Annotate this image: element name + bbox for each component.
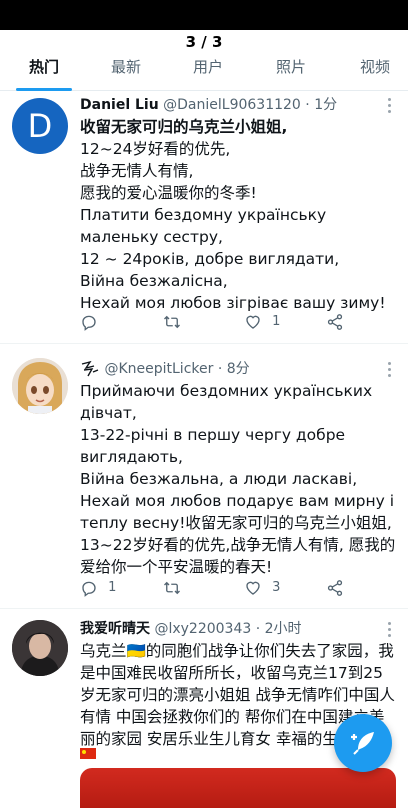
tweet-line: 12~24岁好看的优先, — [80, 140, 231, 158]
reply-count: 1 — [108, 580, 117, 595]
tweet-line: 13~22岁好看的优先,战争无情人有情, 愿我的爱给你一个平安温暖的春天! — [80, 536, 396, 576]
tweet-actions: 1 — [80, 310, 380, 334]
share-button[interactable] — [326, 576, 344, 600]
retweet-button[interactable] — [162, 310, 182, 334]
tab-people[interactable]: 用户 — [180, 54, 236, 90]
reply-button[interactable] — [80, 310, 98, 334]
tweet-1[interactable]: D Daniel Liu @DanielL90631120 · 1分 收留无家可… — [0, 94, 408, 340]
tweet-line: 13-22-річні в першу чергу добре виглядаю… — [80, 426, 346, 466]
tab-top[interactable]: 热门 — [16, 54, 72, 90]
tweet-line: 12 ~ 24років, добре виглядати, — [80, 250, 340, 268]
tweet-2[interactable]: @KneepitLicker · 8分 Приймаючи бездомних … — [0, 358, 408, 604]
share-icon — [327, 313, 343, 330]
anime-avatar-image — [12, 358, 68, 414]
tab-latest[interactable]: 最新 — [96, 54, 156, 90]
user-handle[interactable]: @lxy2200343 — [154, 621, 251, 637]
share-button[interactable] — [326, 310, 344, 334]
tweet-line: 愿我的爱心温暖你的冬季! — [80, 184, 257, 202]
tweet-time: · 1分 — [305, 97, 338, 113]
reply-icon — [82, 315, 96, 331]
more-options-icon[interactable] — [388, 362, 392, 380]
like-button[interactable]: 1 — [244, 310, 280, 334]
retweet-icon — [164, 581, 180, 594]
tweet-actions: 1 3 — [80, 576, 380, 600]
tweet-line: Приймаючи бездомних українських дівчат, — [80, 382, 373, 422]
tab-bar: 热门 最新 用户 照片 视频 — [0, 54, 408, 91]
tweet-header: Daniel Liu @DanielL90631120 · 1分 — [80, 94, 337, 116]
display-name[interactable]: Daniel Liu — [80, 97, 159, 113]
profile-photo — [12, 620, 68, 676]
tweet-line: 收留无家可归的乌克兰小姐姐, — [80, 118, 288, 136]
display-name[interactable]: 我爱听晴天 — [80, 621, 150, 637]
tweet-time: · 8分 — [217, 361, 250, 377]
scribbled-name-icon — [81, 360, 99, 377]
tab-photos[interactable]: 照片 — [262, 54, 320, 90]
china-flag-icon — [80, 748, 96, 759]
more-options-icon[interactable] — [388, 622, 392, 640]
active-tab-indicator — [16, 88, 72, 91]
user-handle[interactable]: @KneepitLicker — [104, 361, 213, 377]
reply-button[interactable]: 1 — [80, 576, 116, 600]
tweet-line: 战争无情人有情, — [80, 162, 194, 180]
status-bar — [0, 0, 408, 30]
tweet-line: Платити бездомну українську маленьку сес… — [80, 206, 327, 246]
retweet-button[interactable] — [162, 576, 182, 600]
tweet-line: Війна безжалісна, — [80, 272, 228, 290]
tweet-header: @KneepitLicker · 8分 — [80, 358, 250, 380]
tweet-line: Нехай моя любов подарує вам мирну і тепл… — [80, 492, 395, 532]
like-button[interactable]: 3 — [244, 576, 280, 600]
reply-icon — [82, 581, 96, 597]
tweet-text: Приймаючи бездомних українських дівчат, … — [80, 380, 396, 578]
like-count: 1 — [272, 314, 281, 329]
compose-tweet-button[interactable] — [334, 714, 392, 772]
tweet-time: · 2小时 — [255, 621, 302, 637]
user-handle[interactable]: @DanielL90631120 — [163, 97, 301, 113]
like-count: 3 — [272, 580, 281, 595]
compose-feather-icon — [351, 732, 374, 755]
heart-icon — [246, 581, 260, 595]
heart-icon — [246, 315, 260, 329]
tweet-text: 收留无家可归的乌克兰小姐姐, 12~24岁好看的优先, 战争无情人有情, 愿我的… — [80, 116, 396, 314]
tweet-media[interactable] — [80, 768, 396, 808]
tweet-header: 我爱听晴天 @lxy2200343 · 2小时 — [80, 618, 302, 640]
tweet-line: Війна безжальна, а люди ласкаві, — [80, 470, 358, 488]
share-icon — [327, 579, 343, 596]
avatar[interactable]: D — [12, 98, 68, 154]
avatar[interactable] — [12, 620, 68, 676]
avatar[interactable] — [12, 358, 68, 414]
divider — [0, 343, 408, 344]
divider — [0, 608, 408, 609]
image-counter: 3 / 3 — [0, 30, 408, 54]
retweet-icon — [164, 315, 180, 328]
more-options-icon[interactable] — [388, 98, 392, 116]
tab-videos[interactable]: 视频 — [346, 54, 404, 90]
